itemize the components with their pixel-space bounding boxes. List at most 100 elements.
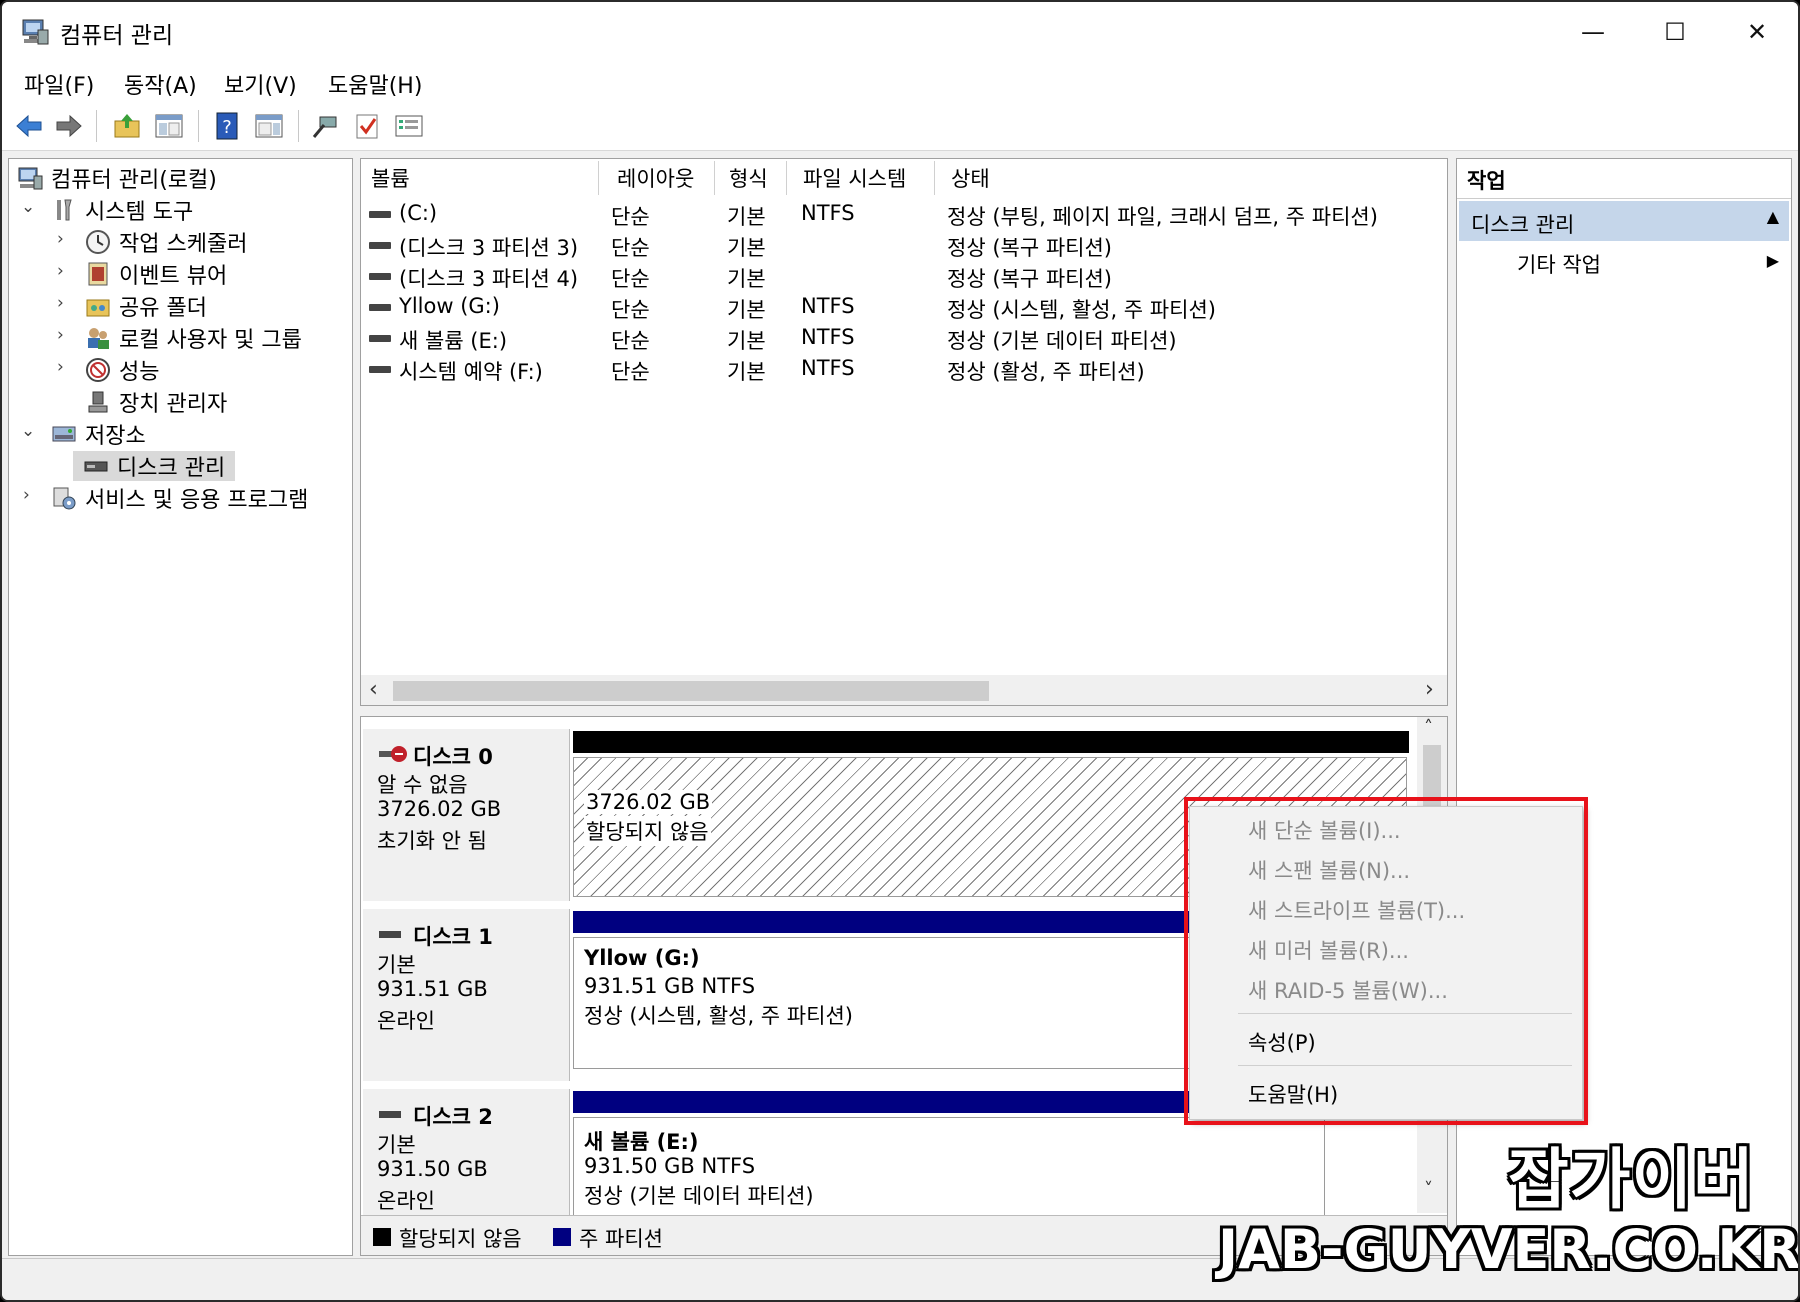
chevron-down-icon[interactable]: ⌄ xyxy=(21,197,35,217)
check-icon[interactable] xyxy=(352,111,382,141)
performance-icon xyxy=(86,358,110,382)
partition-size: 931.51 GB NTFS xyxy=(584,974,756,998)
disk-name: 디스크 1 xyxy=(413,925,493,949)
menu-view[interactable]: 보기(V) xyxy=(224,68,297,100)
disk-name: 디스크 2 xyxy=(413,1105,493,1129)
partition-state: 정상 (시스템, 활성, 주 파티션) xyxy=(584,1004,853,1028)
volume-row[interactable]: 시스템 예약 (F:) 단순 기본 NTFS 정상 (활성, 주 파티션) xyxy=(361,354,1441,385)
minimize-button[interactable]: — xyxy=(1552,2,1634,62)
chevron-right-icon[interactable]: › xyxy=(57,293,64,313)
tree-item-services-applications[interactable]: 서비스 및 응용 프로그램 xyxy=(51,483,308,513)
tree-item-performance[interactable]: 성능 xyxy=(85,355,159,385)
column-header-file-system[interactable]: 파일 시스템 xyxy=(789,161,935,195)
column-header-type[interactable]: 형식 xyxy=(717,161,787,195)
show-action-pane-icon[interactable] xyxy=(254,111,284,141)
chevron-right-icon[interactable]: › xyxy=(57,325,64,345)
properties-list-icon[interactable] xyxy=(394,111,424,141)
scroll-right-icon[interactable]: › xyxy=(1425,677,1434,702)
volume-row[interactable]: 새 볼륨 (E:) 단순 기본 NTFS 정상 (기본 데이터 파티션) xyxy=(361,323,1441,354)
highlight-box xyxy=(1184,797,1588,1125)
volume-status: 정상 (기본 데이터 파티션) xyxy=(947,329,1177,353)
tree-item-device-manager[interactable]: 장치 관리자 xyxy=(85,387,227,417)
forward-arrow-icon[interactable] xyxy=(54,111,84,141)
up-folder-icon[interactable] xyxy=(112,111,142,141)
services-icon xyxy=(53,487,76,510)
volume-layout: 단순 xyxy=(611,298,650,322)
chevron-right-icon[interactable]: › xyxy=(57,357,64,377)
volume-type: 기본 xyxy=(727,236,766,260)
volume-row[interactable]: (디스크 3 파티션 4) 단순 기본 정상 (복구 파티션) xyxy=(361,261,1441,292)
close-button[interactable]: ✕ xyxy=(1716,2,1798,62)
tree-item-shared-folders[interactable]: 공유 폴더 xyxy=(85,291,207,321)
volume-name: (C:) xyxy=(399,201,438,225)
scroll-up-icon[interactable]: ˄ xyxy=(1424,717,1433,738)
unallocated-bar xyxy=(573,731,1409,753)
legend-label-primary: 주 파티션 xyxy=(579,1227,663,1251)
tree-label: 컴퓨터 관리(로컬) xyxy=(51,168,217,193)
chevron-down-icon[interactable]: ⌄ xyxy=(21,421,35,441)
disk-name: 디스크 0 xyxy=(413,745,493,769)
volume-name: (디스크 3 파티션 3) xyxy=(399,236,579,260)
navigation-tree: 컴퓨터 관리(로컬) ⌄ 시스템 도구 › 작업 스케줄러 › 이벤트 뷰어 ›… xyxy=(8,158,353,1256)
volume-status: 정상 (복구 파티션) xyxy=(947,236,1112,260)
column-header-volume[interactable]: 볼륨 xyxy=(363,161,599,195)
volume-layout: 단순 xyxy=(611,205,650,229)
chevron-right-icon[interactable]: › xyxy=(23,485,30,505)
actions-section-disk-management[interactable]: 디스크 관리 ▲ xyxy=(1459,201,1789,241)
volume-status: 정상 (활성, 주 파티션) xyxy=(947,360,1145,384)
tree-item-storage[interactable]: 저장소 xyxy=(51,419,146,449)
tree-item-event-viewer[interactable]: 이벤트 뷰어 xyxy=(85,259,227,289)
horizontal-scrollbar[interactable]: ‹ › xyxy=(361,675,1447,705)
tree-label: 로컬 사용자 및 그룹 xyxy=(119,328,302,353)
chevron-right-icon[interactable]: › xyxy=(57,229,64,249)
column-header-status[interactable]: 상태 xyxy=(937,161,1437,195)
disk-size: 931.51 GB xyxy=(377,977,488,1001)
tree-label: 저장소 xyxy=(85,424,146,449)
scrollbar-thumb[interactable] xyxy=(393,681,989,701)
partition-state: 할당되지 않음 xyxy=(584,816,711,846)
disk-size: 931.50 GB xyxy=(377,1157,488,1181)
tree-item-computer-management[interactable]: 컴퓨터 관리(로컬) xyxy=(17,163,217,193)
back-arrow-icon[interactable] xyxy=(14,111,44,141)
connect-icon[interactable] xyxy=(310,111,340,141)
menu-help[interactable]: 도움말(H) xyxy=(328,68,422,100)
tree-item-disk-management[interactable]: 디스크 관리 xyxy=(73,451,236,481)
volume-row[interactable]: (디스크 3 파티션 3) 단순 기본 정상 (복구 파티션) xyxy=(361,230,1441,261)
disk-icon xyxy=(379,1111,401,1118)
disk-0-label[interactable]: 디스크 0 알 수 없음 3726.02 GB 초기화 안 됨 xyxy=(363,729,570,901)
scroll-down-icon[interactable]: ˅ xyxy=(1424,1179,1433,1200)
menu-action[interactable]: 동작(A) xyxy=(124,68,197,100)
collapse-arrow-icon[interactable]: ▲ xyxy=(1767,207,1779,226)
tree-item-local-users-groups[interactable]: 로컬 사용자 및 그룹 xyxy=(85,323,302,353)
volume-type: 기본 xyxy=(727,329,766,353)
drive-icon xyxy=(369,335,391,342)
volume-status: 정상 (복구 파티션) xyxy=(947,267,1112,291)
volume-layout: 단순 xyxy=(611,360,650,384)
actions-item-more[interactable]: 기타 작업 ▶ xyxy=(1459,245,1789,281)
help-icon[interactable]: ? xyxy=(212,111,242,141)
volume-row[interactable]: Yllow (G:) 단순 기본 NTFS 정상 (시스템, 활성, 주 파티션… xyxy=(361,292,1441,323)
menu-file[interactable]: 파일(F) xyxy=(24,68,94,100)
column-header-layout[interactable]: 레이아웃 xyxy=(601,161,715,195)
volume-row[interactable]: (C:) 단순 기본 NTFS 정상 (부팅, 페이지 파일, 크래시 덤프, … xyxy=(361,199,1441,230)
window-title: 컴퓨터 관리 xyxy=(60,23,174,49)
tree-label: 성능 xyxy=(119,360,160,385)
scroll-left-icon[interactable]: ‹ xyxy=(369,677,378,702)
shared-folder-icon xyxy=(86,299,110,317)
volume-name: 시스템 예약 (F:) xyxy=(399,360,543,384)
disk-1-label[interactable]: 디스크 1 기본 931.51 GB 온라인 xyxy=(363,909,570,1081)
tree-item-task-scheduler[interactable]: 작업 스케줄러 xyxy=(85,227,247,257)
disk-icon xyxy=(379,931,401,938)
chevron-right-icon[interactable]: › xyxy=(57,261,64,281)
toolbar-separator xyxy=(198,110,199,142)
drive-icon xyxy=(369,304,391,311)
svg-text:?: ? xyxy=(222,117,232,138)
users-icon xyxy=(88,328,109,349)
volume-name: 새 볼륨 (E:) xyxy=(399,329,508,353)
computer-management-icon xyxy=(22,19,49,45)
clock-icon xyxy=(86,230,110,254)
maximize-button[interactable]: ☐ xyxy=(1634,2,1716,62)
show-hide-tree-icon[interactable] xyxy=(154,111,184,141)
volume-type: 기본 xyxy=(727,360,766,384)
tree-item-system-tools[interactable]: 시스템 도구 xyxy=(51,195,193,225)
